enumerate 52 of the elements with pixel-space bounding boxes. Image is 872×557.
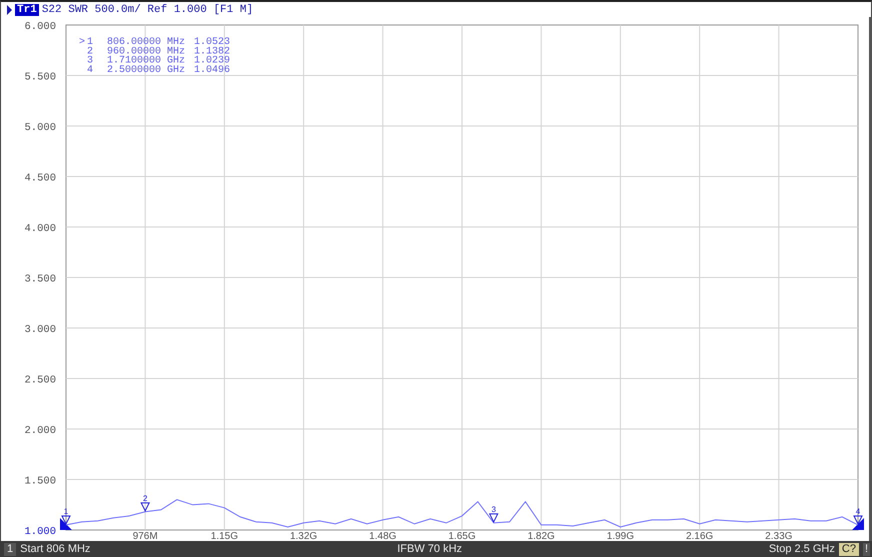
x-axis-label: 2.16G <box>686 531 714 541</box>
x-axis-label: 1.32G <box>290 531 318 541</box>
warning-indicator[interactable]: ! <box>862 542 870 556</box>
marker-number: 3 <box>86 56 93 67</box>
marker-number: 2 <box>86 46 93 58</box>
x-axis-label: 1.15G <box>210 531 238 541</box>
ifbw-label: IFBW 70 kHz <box>397 543 462 555</box>
stop-frequency: Stop 2.5 GHz <box>768 543 835 555</box>
marker-response: 1.1382 <box>194 46 230 58</box>
y-axis-label: 1.000 <box>24 526 56 538</box>
marker-stimulus: 960.00000 <box>106 46 161 58</box>
y-axis-label: 4.500 <box>24 172 56 184</box>
y-axis-label: 2.500 <box>24 374 56 386</box>
x-axis-label: 1.99G <box>606 531 634 541</box>
y-axis-label: 2.000 <box>24 425 56 437</box>
annotation: 4 <box>856 506 861 516</box>
marker-stimulus: 2.5000000 <box>106 64 161 76</box>
x-axis-label: 1.65G <box>448 531 476 541</box>
annotation: 2 <box>142 494 148 503</box>
marker-unit: MHz <box>167 46 186 58</box>
marker-response: 1.0523 <box>194 37 230 48</box>
marker-number: 1 <box>86 37 93 48</box>
active-marker-pointer: > <box>79 37 86 48</box>
marker-unit: GHz <box>167 64 186 76</box>
y-axis-label: 3.500 <box>24 274 56 286</box>
annotation: 1 <box>64 506 69 516</box>
y-axis-label: 4.000 <box>24 223 56 235</box>
y-axis-label: 5.000 <box>24 122 56 134</box>
marker-response: 1.0239 <box>194 56 230 67</box>
start-frequency: Start 806 MHz <box>20 543 90 555</box>
y-axis-label: 3.000 <box>24 324 56 336</box>
marker-stimulus: 806.00000 <box>106 37 161 48</box>
trace-tab[interactable]: Tr1 <box>15 4 39 16</box>
x-axis-label: 1.48G <box>369 531 396 541</box>
calibration-status[interactable]: C? <box>838 542 859 556</box>
y-axis-label: 6.000 <box>24 21 56 33</box>
reference-pointer-icon <box>852 518 864 530</box>
marker-response: 1.0496 <box>194 64 230 76</box>
trace-info: S22 SWR 500.0m/ Ref 1.000 [F1 M] <box>42 4 254 16</box>
x-axis-label: 1.82G <box>528 531 555 541</box>
annotation: 3 <box>491 504 496 514</box>
reference-pointer-icon <box>60 518 72 530</box>
play-icon <box>7 4 12 14</box>
marker-unit: MHz <box>167 37 186 48</box>
y-axis-label: 1.500 <box>24 476 56 488</box>
x-axis-label: 976M <box>132 531 158 541</box>
channel-indicator[interactable]: 1 <box>4 542 16 556</box>
marker-stimulus: 1.7100000 <box>106 56 161 67</box>
marker-number: 4 <box>86 64 93 76</box>
y-axis-label: 5.500 <box>24 72 56 84</box>
marker-unit: GHz <box>167 56 186 67</box>
x-axis-label: 2.33G <box>765 531 792 541</box>
